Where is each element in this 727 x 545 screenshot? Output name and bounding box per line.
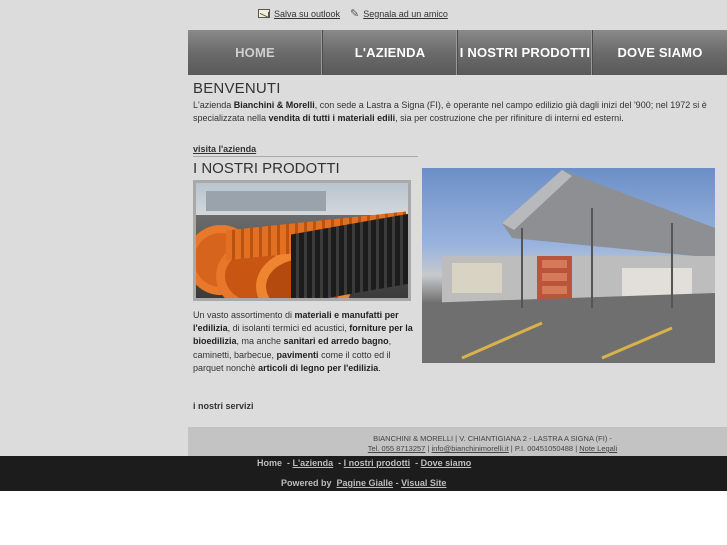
footer-piva: P.I. 00451050488 bbox=[514, 444, 574, 453]
nav-azienda[interactable]: L'AZIENDA bbox=[323, 30, 458, 75]
powered-label: Powered by bbox=[281, 478, 332, 488]
welcome-title: BENVENUTI bbox=[193, 80, 281, 97]
welcome-text: L'azienda Bianchini & Morelli, con sede … bbox=[193, 100, 707, 123]
footer-legal-link[interactable]: Note Legali bbox=[579, 444, 617, 453]
bottom-dove-link[interactable]: Dove siamo bbox=[421, 458, 472, 468]
save-outlook-text[interactable]: Salva su outlook bbox=[274, 9, 340, 19]
footer-info: BIANCHINI & MORELLI | V. CHIANTIGIANA 2 … bbox=[188, 427, 727, 456]
warehouse-photo bbox=[422, 168, 715, 363]
footer-email-link[interactable]: info@bianchinimorelli.it bbox=[431, 444, 508, 453]
welcome-section: BENVENUTI L'azienda Bianchini & Morelli,… bbox=[193, 80, 723, 157]
nav-dove-siamo[interactable]: DOVE SIAMO bbox=[593, 30, 727, 75]
bottom-prodotti-link[interactable]: I nostri prodotti bbox=[344, 458, 411, 468]
powered-by: Powered by Pagine Gialle - Visual Site bbox=[281, 478, 447, 488]
products-title: I NOSTRI PRODOTTI bbox=[193, 160, 340, 177]
share-icon: ✎ bbox=[350, 8, 360, 20]
footer-tel-link[interactable]: Tel. 055 8713257 bbox=[368, 444, 426, 453]
footer-contacts: Tel. 055 8713257 | info@bianchinimorelli… bbox=[367, 444, 618, 453]
bottom-home-link[interactable]: Home bbox=[257, 458, 282, 468]
nav-prodotti[interactable]: I NOSTRI PRODOTTI bbox=[458, 30, 593, 75]
footer-address: BIANCHINI & MORELLI | V. CHIANTIGIANA 2 … bbox=[373, 434, 612, 443]
visual-site-link[interactable]: Visual Site bbox=[401, 478, 446, 488]
main-nav: HOME L'AZIENDA I NOSTRI PRODOTTI DOVE SI… bbox=[188, 30, 727, 75]
pagine-gialle-link[interactable]: Pagine Gialle bbox=[337, 478, 394, 488]
tell-friend-text[interactable]: Segnala ad un amico bbox=[363, 9, 448, 19]
envelope-icon bbox=[258, 9, 270, 18]
services-link[interactable]: i nostri servizi bbox=[193, 401, 254, 411]
divider bbox=[193, 156, 418, 157]
tell-friend-link[interactable]: ✎ Segnala ad un amico bbox=[350, 7, 448, 20]
visit-company-link[interactable]: visita l'azienda bbox=[193, 144, 256, 154]
save-outlook-link[interactable]: Salva su outlook bbox=[258, 9, 340, 19]
top-links: Salva su outlook ✎ Segnala ad un amico bbox=[258, 7, 448, 20]
bottom-bar: Home - L'azienda - I nostri prodotti - D… bbox=[0, 456, 727, 491]
bottom-azienda-link[interactable]: L'azienda bbox=[293, 458, 334, 468]
pipes-photo bbox=[193, 180, 411, 301]
bottom-nav: Home - L'azienda - I nostri prodotti - D… bbox=[257, 458, 472, 468]
products-text: Un vasto assortimento di materiali e man… bbox=[193, 310, 413, 373]
warehouse-illustration bbox=[422, 170, 715, 363]
nav-home[interactable]: HOME bbox=[188, 30, 323, 75]
